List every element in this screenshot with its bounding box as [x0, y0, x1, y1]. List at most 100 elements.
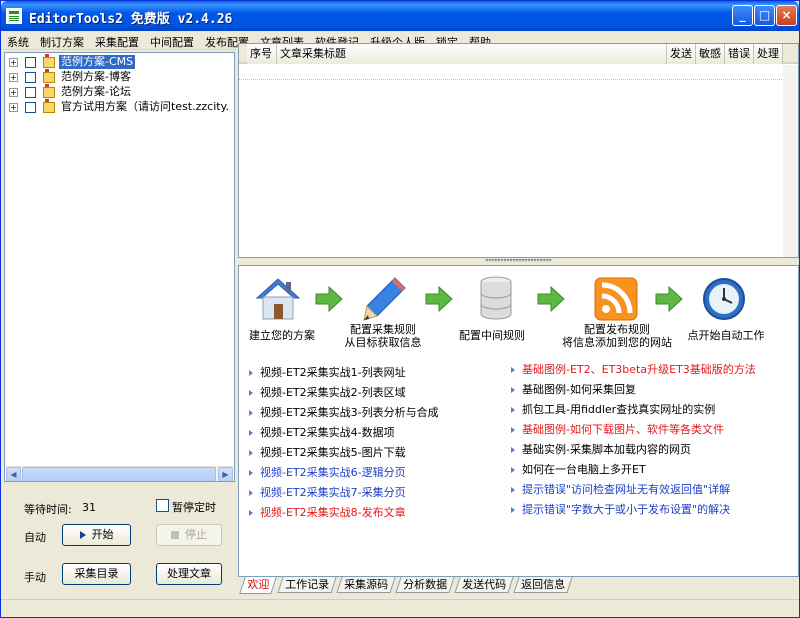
tutorial-link[interactable]: 视频-ET2采集实战5-图片下载	[249, 446, 406, 459]
maximize-button[interactable]: □	[754, 5, 775, 26]
control-area: 等待时间: 31 暂停定时 自动 开始 停止 手动 采集目录 处理文章	[4, 485, 235, 617]
tutorial-link[interactable]: 基础图例-如何采集回复	[511, 383, 636, 396]
arrow-right-icon	[537, 285, 565, 313]
bullet-icon	[249, 490, 253, 496]
auto-label: 自动	[24, 531, 46, 544]
tab-analysis-data[interactable]: 分析数据	[395, 577, 455, 593]
scroll-thumb[interactable]	[22, 467, 216, 481]
step-label[interactable]: 建立您的方案	[249, 329, 315, 342]
table-row[interactable]	[239, 66, 784, 80]
tree-horizontal-scrollbar[interactable]: ◀ ▶	[6, 466, 233, 481]
tree-item-label[interactable]: 范例方案-CMS	[59, 55, 136, 69]
tree-checkbox[interactable]	[25, 72, 36, 83]
wait-time-label: 等待时间:	[24, 503, 72, 516]
tutorial-link[interactable]: 视频-ET2采集实战8-发布文章	[249, 506, 406, 519]
tab-source-code[interactable]: 采集源码	[336, 577, 396, 593]
database-icon[interactable]	[471, 274, 521, 324]
tree-item-label[interactable]: 范例方案-论坛	[59, 85, 133, 99]
tree-checkbox[interactable]	[25, 102, 36, 113]
step-label[interactable]: 点开始自动工作	[685, 329, 767, 342]
tutorial-link[interactable]: 如何在一台电脑上多开ET	[511, 463, 646, 476]
scroll-right-icon[interactable]: ▶	[218, 467, 233, 481]
start-button-label: 开始	[91, 528, 114, 541]
bullet-icon	[511, 507, 515, 513]
list-header: 序号 文章采集标题 发送 敏感 错误 处理	[239, 44, 798, 64]
column-header[interactable]: 错误	[725, 44, 754, 64]
collect-list-button[interactable]: 采集目录	[62, 563, 131, 585]
bullet-icon	[511, 387, 515, 393]
list-vertical-scrollbar[interactable]	[783, 65, 798, 257]
bullet-icon	[249, 410, 253, 416]
tab-return-info[interactable]: 返回信息	[513, 577, 573, 593]
column-header[interactable]: 发送	[667, 44, 696, 64]
column-header[interactable]: 处理	[754, 44, 783, 64]
house-icon[interactable]	[253, 274, 303, 324]
horizontal-splitter[interactable]: ▾▾▾▾▾▾▾▾▾▾▾▾▾▾▾▾▾▾▾▾▾▾	[238, 258, 799, 265]
expand-icon[interactable]: +	[9, 103, 18, 112]
bullet-icon	[511, 467, 515, 473]
bullet-icon	[511, 367, 515, 373]
title-bar[interactable]: EditorTools2 免费版 v2.4.26 _ □ ×	[1, 1, 799, 31]
step-label[interactable]: 配置中间规则	[457, 329, 527, 342]
tab-send-code[interactable]: 发送代码	[454, 577, 514, 593]
arrow-right-icon	[655, 285, 683, 313]
plan-tree[interactable]: + 范例方案-CMS + 范例方案-博客 + 范例方案-论坛 + 官方试用方案（…	[4, 52, 235, 482]
app-window: EditorTools2 免费版 v2.4.26 _ □ × 系统 制订方案 采集配…	[0, 0, 800, 618]
play-icon	[79, 531, 86, 539]
expand-icon[interactable]: +	[9, 73, 18, 82]
menu-create-plan[interactable]: 制订方案	[34, 32, 89, 50]
tab-welcome[interactable]: 欢迎	[239, 577, 277, 594]
tutorial-link[interactable]: 视频-ET2采集实战7-采集分页	[249, 486, 406, 499]
pencil-icon[interactable]	[359, 274, 409, 324]
bullet-icon	[249, 450, 253, 456]
expand-icon[interactable]: +	[9, 88, 18, 97]
article-list[interactable]: 序号 文章采集标题 发送 敏感 错误 处理	[238, 43, 799, 258]
tree-item-label[interactable]: 范例方案-博客	[59, 70, 133, 84]
plan-folder-icon	[43, 84, 55, 98]
process-article-button[interactable]: 处理文章	[156, 563, 222, 585]
tutorial-link[interactable]: 基础图例-ET2、ET3beta升级ET3基础版的方法	[511, 363, 756, 376]
tutorial-link[interactable]: 视频-ET2采集实战3-列表分析与合成	[249, 406, 439, 419]
plan-folder-icon	[43, 54, 55, 68]
tab-work-log[interactable]: 工作记录	[277, 577, 337, 593]
menu-middle-config[interactable]: 中间配置	[144, 32, 199, 50]
bullet-icon	[511, 487, 515, 493]
minimize-button[interactable]: _	[732, 5, 753, 26]
close-button[interactable]: ×	[776, 5, 797, 26]
tutorial-link[interactable]: 提示错误"访问检查网址无有效返回值"详解	[511, 483, 730, 496]
tutorial-link[interactable]: 抓包工具-用fiddler查找真实网址的实例	[511, 403, 715, 416]
bullet-icon	[511, 427, 515, 433]
pause-timer-checkbox[interactable]	[156, 499, 169, 512]
tutorial-link[interactable]: 视频-ET2采集实战2-列表区域	[249, 386, 406, 399]
welcome-panel: 建立您的方案 配置采集规则 从目标获取信息 配置中间规则 配置发布规则 将信息添加到…	[238, 265, 799, 577]
tutorial-link[interactable]: 视频-ET2采集实战4-数据项	[249, 426, 395, 439]
wait-time-value: 31	[82, 501, 96, 514]
step-label[interactable]: 配置发布规则 将信息添加到您的网站	[555, 323, 679, 349]
bullet-icon	[249, 510, 253, 516]
column-header[interactable]: 敏感	[696, 44, 725, 64]
rss-icon[interactable]	[591, 274, 641, 324]
tutorial-link[interactable]: 基础实例-采集脚本加载内容的网页	[511, 443, 691, 456]
start-button[interactable]: 开始	[62, 524, 131, 546]
column-header[interactable]: 序号	[247, 44, 277, 64]
tree-item-label[interactable]: 官方试用方案（请访问test.zzcity.	[59, 100, 231, 114]
tree-checkbox[interactable]	[25, 57, 36, 68]
tutorial-link[interactable]: 提示错误"字数大于或小于发布设置"的解决	[511, 503, 730, 516]
pause-timer-label: 暂停定时	[172, 501, 216, 514]
step-label[interactable]: 配置采集规则 从目标获取信息	[339, 323, 427, 349]
stop-button[interactable]: 停止	[156, 524, 222, 546]
column-header[interactable]: 文章采集标题	[277, 44, 667, 64]
menu-system[interactable]: 系统	[1, 32, 34, 50]
bullet-icon	[249, 430, 253, 436]
tutorial-link[interactable]: 视频-ET2采集实战1-列表网址	[249, 366, 406, 379]
bullet-icon	[249, 390, 253, 396]
menu-collect-config[interactable]: 采集配置	[89, 32, 144, 50]
clock-icon[interactable]	[699, 274, 749, 324]
tutorial-link[interactable]: 视频-ET2采集实战6-逻辑分页	[249, 466, 406, 479]
tutorial-link[interactable]: 基础图例-如何下载图片、软件等各类文件	[511, 423, 724, 436]
scroll-left-icon[interactable]: ◀	[6, 467, 21, 481]
expand-icon[interactable]: +	[9, 58, 18, 67]
manual-label: 手动	[24, 571, 46, 584]
tree-checkbox[interactable]	[25, 87, 36, 98]
window-title: EditorTools2 免费版 v2.4.26	[29, 12, 233, 27]
